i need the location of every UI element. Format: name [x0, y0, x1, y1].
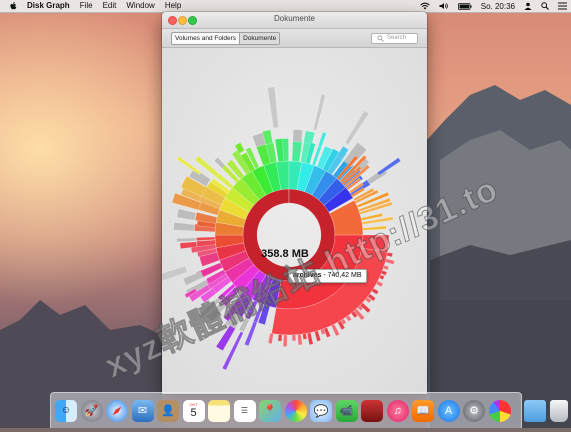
app-store-icon[interactable]: A	[437, 399, 460, 422]
reminders-icon[interactable]: ☰	[233, 399, 256, 422]
file-segment[interactable]	[215, 325, 236, 352]
search-icon	[377, 35, 384, 42]
breadcrumb-volumes[interactable]: Volumes and Folders	[172, 33, 239, 44]
menu-help[interactable]: Help	[165, 0, 181, 12]
launchpad-icon[interactable]: 🚀	[80, 399, 103, 422]
messages-icon[interactable]: 💬	[310, 399, 332, 422]
window-toolbar: Volumes and Folders Dokumente Search	[162, 29, 427, 48]
file-segment[interactable]	[382, 265, 390, 271]
file-segment[interactable]	[291, 334, 297, 342]
inner-ring-segment[interactable]	[242, 188, 336, 282]
facetime-icon[interactable]: 📹	[335, 399, 358, 422]
menu-file[interactable]: File	[80, 0, 93, 12]
window-titlebar[interactable]: Dokumente	[162, 12, 427, 29]
file-segment[interactable]	[376, 157, 401, 176]
file-segment[interactable]	[292, 129, 303, 143]
maps-icon[interactable]: 📍	[259, 399, 281, 422]
volume-icon[interactable]	[439, 2, 449, 10]
window-title: Dokumente	[274, 14, 315, 23]
downloads-folder-icon[interactable]	[524, 399, 546, 422]
photos-icon[interactable]	[284, 399, 307, 422]
disk-sunburst-graph[interactable]	[162, 48, 427, 394]
tooltip-item-name: archives	[293, 272, 322, 279]
file-segment[interactable]	[303, 130, 316, 145]
file-segment[interactable]	[173, 222, 195, 232]
file-segment[interactable]	[386, 252, 393, 258]
search-placeholder: Search	[387, 35, 407, 41]
disk-graph-window: Dokumente Volumes and Folders Dokumente …	[162, 12, 427, 394]
safari-icon[interactable]	[106, 399, 128, 422]
menu-window[interactable]: Window	[126, 0, 154, 12]
itunes-icon[interactable]: ♫	[386, 399, 409, 422]
list-icon[interactable]	[558, 2, 567, 10]
contacts-icon[interactable]: 👤	[157, 399, 179, 422]
trash-icon[interactable]	[549, 399, 568, 422]
file-segment[interactable]	[375, 280, 384, 288]
file-segment[interactable]	[297, 334, 303, 346]
menu-clock[interactable]: So. 20:36	[481, 2, 515, 11]
file-segment[interactable]	[282, 334, 288, 347]
file-segment[interactable]	[385, 258, 395, 265]
tooltip-item-size: - 740,42 MB	[321, 272, 362, 279]
disk-graph-icon[interactable]	[488, 399, 511, 422]
ibooks-icon[interactable]: 📖	[412, 399, 434, 422]
apple-icon[interactable]	[10, 2, 17, 10]
hover-tooltip: archives - 740,42 MB	[288, 269, 367, 283]
file-segment[interactable]	[277, 334, 283, 342]
center-total-size: 358.8 MB	[261, 248, 309, 260]
battery-icon[interactable]	[457, 2, 472, 10]
spotlight-icon[interactable]	[541, 2, 549, 10]
calendar-icon[interactable]: OKT 5	[182, 399, 205, 422]
file-segment[interactable]	[330, 323, 340, 337]
file-segment[interactable]	[306, 332, 314, 346]
file-segment[interactable]	[362, 225, 387, 231]
file-segment[interactable]	[317, 131, 327, 148]
photo-booth-icon[interactable]	[361, 399, 383, 422]
graph-area: 358.8 MB archives - 740,42 MB	[162, 48, 427, 394]
notes-icon[interactable]	[208, 399, 230, 422]
file-segment[interactable]	[267, 332, 274, 344]
wifi-icon[interactable]	[420, 2, 430, 10]
file-segment[interactable]	[162, 265, 188, 283]
file-segment[interactable]	[302, 333, 308, 340]
breadcrumb-dokumente[interactable]: Dokumente	[239, 33, 280, 44]
calendar-day: 5	[190, 407, 197, 419]
menu-edit[interactable]: Edit	[103, 0, 117, 12]
file-segment[interactable]	[213, 156, 226, 169]
user-icon[interactable]	[524, 2, 532, 10]
menu-app-name[interactable]: Disk Graph	[27, 0, 70, 12]
file-segment[interactable]	[267, 86, 279, 129]
file-segment[interactable]	[313, 94, 326, 131]
system-preferences-icon[interactable]: ⚙	[463, 399, 485, 422]
search-input[interactable]: Search	[371, 33, 418, 44]
mail-icon[interactable]: ✉	[131, 399, 154, 422]
file-segment[interactable]	[176, 208, 197, 221]
dock: ☺ 🚀 ✉ 👤 OKT 5 ☰ 📍 💬 📹 ♫ 📖 A ⚙	[50, 392, 568, 428]
finder-icon[interactable]: ☺	[55, 399, 77, 422]
file-segment[interactable]	[344, 110, 370, 145]
breadcrumb: Volumes and Folders Dokumente	[171, 32, 281, 45]
file-segment[interactable]	[176, 237, 197, 243]
file-segment[interactable]	[314, 330, 322, 342]
file-segment[interactable]	[380, 270, 388, 276]
